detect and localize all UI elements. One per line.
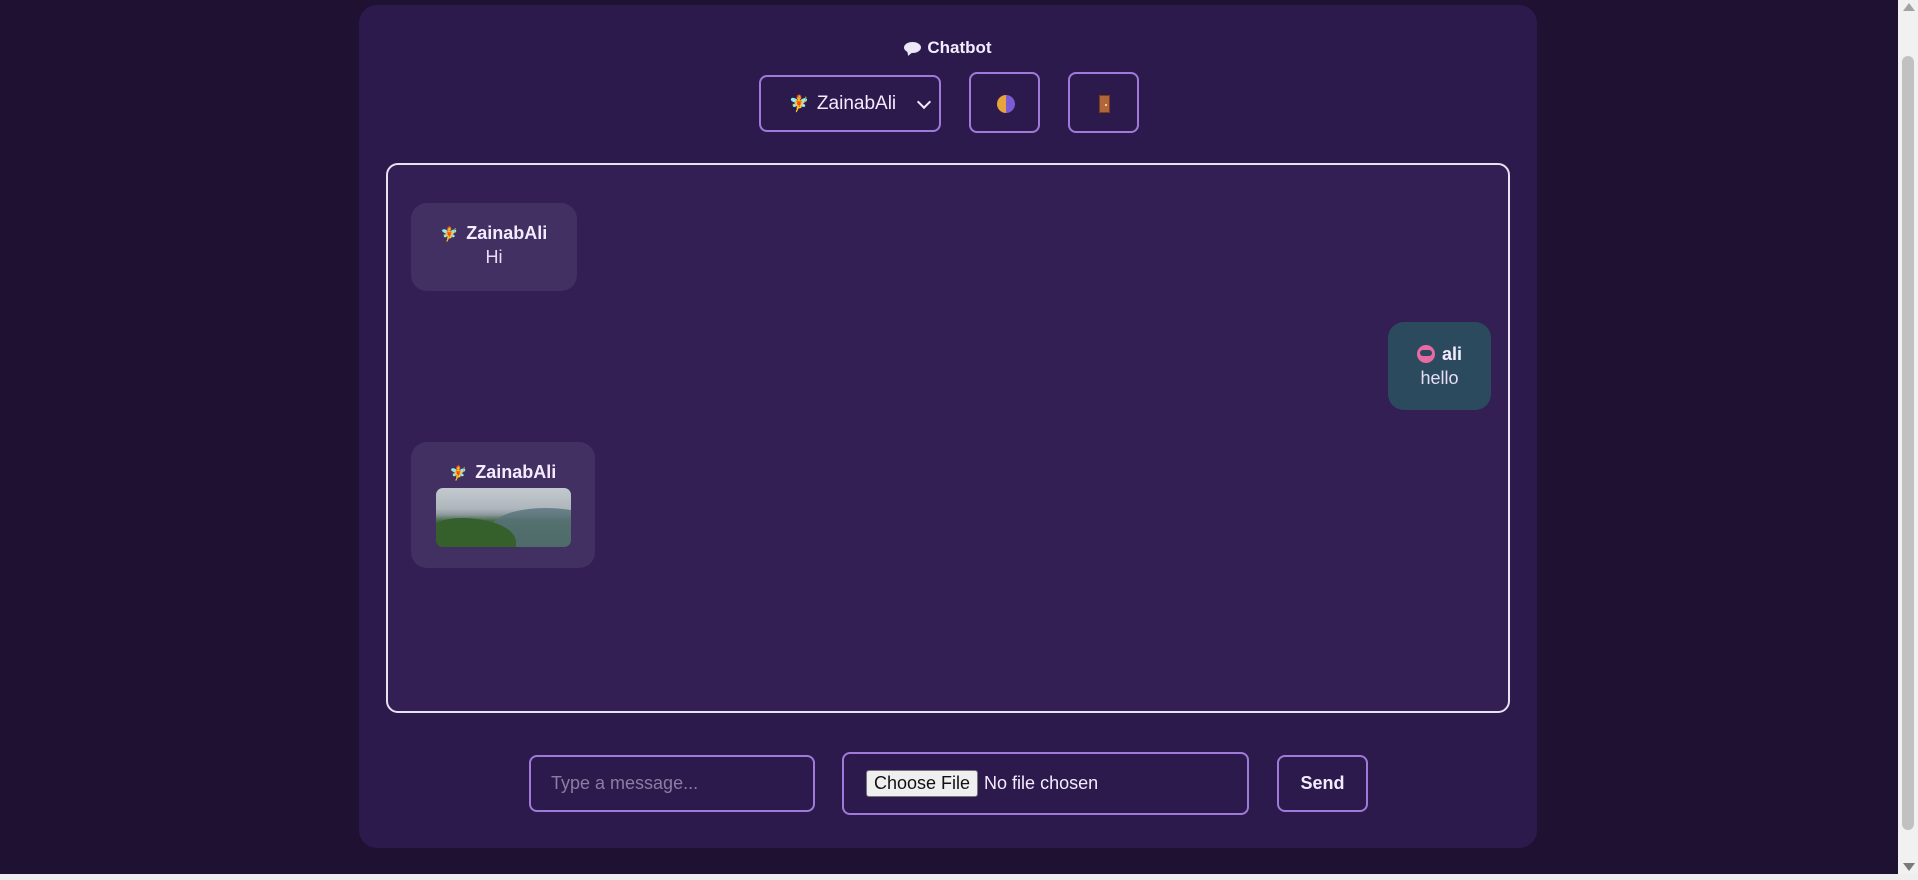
page: Chatbot 🧚 ZainabAli 🧚 ZainabAli Hi ali h…: [0, 0, 1898, 874]
chatbot-panel: Chatbot 🧚 ZainabAli 🧚 ZainabAli Hi ali h…: [359, 5, 1537, 848]
bottom-edge: [0, 874, 1918, 880]
robot-face-icon: [1416, 345, 1435, 363]
sender-name: ZainabAli: [475, 462, 557, 482]
user-select-dropdown[interactable]: 🧚 ZainabAli: [759, 75, 941, 132]
controls-bar: 🧚 ZainabAli: [359, 72, 1537, 134]
sender-name: ZainabAli: [466, 223, 548, 243]
theme-toggle-icon: [997, 95, 1015, 113]
selected-user-label: ZainabAli: [816, 92, 897, 114]
fairy-avatar-icon: 🧚: [440, 226, 459, 242]
door-icon: [1099, 95, 1110, 113]
file-input[interactable]: Choose File No file chosen: [842, 752, 1249, 815]
chat-window[interactable]: 🧚 ZainabAli Hi ali hello 🧚 ZainabAli: [386, 163, 1510, 713]
scroll-up-arrow-icon[interactable]: [1903, 3, 1915, 11]
logout-button[interactable]: [1068, 72, 1139, 133]
mountain-landscape-photo[interactable]: [435, 488, 571, 547]
page-title: Chatbot: [359, 38, 1537, 58]
message-sender: 🧚 ZainabAli: [411, 223, 577, 244]
vertical-scrollbar[interactable]: [1898, 0, 1918, 874]
message-text: Hi: [485, 247, 503, 267]
theme-toggle-button[interactable]: [969, 72, 1040, 133]
message-bubble: 🧚 ZainabAli: [411, 442, 595, 568]
message-sender: ali: [1388, 342, 1491, 365]
choose-file-button[interactable]: Choose File: [866, 770, 979, 797]
message-bubble: 🧚 ZainabAli Hi: [411, 203, 577, 291]
title-text: Chatbot: [927, 38, 992, 57]
chevron-down-icon: [916, 94, 932, 110]
fairy-avatar-icon: 🧚: [449, 465, 468, 481]
scroll-down-arrow-icon[interactable]: [1903, 863, 1915, 871]
message-text: hello: [1420, 368, 1459, 388]
file-status-text: No file chosen: [984, 773, 1099, 793]
sender-name: ali: [1441, 344, 1462, 364]
fairy-avatar-icon: 🧚: [789, 95, 809, 113]
message-composer: Choose File No file chosen Send: [359, 748, 1537, 815]
message-sender: 🧚 ZainabAli: [411, 462, 595, 483]
scrollbar-thumb[interactable]: [1902, 56, 1914, 830]
send-button[interactable]: Send: [1277, 755, 1368, 812]
speech-bubble-icon: [904, 42, 922, 53]
message-bubble: ali hello: [1388, 322, 1491, 410]
message-input[interactable]: [529, 755, 815, 812]
